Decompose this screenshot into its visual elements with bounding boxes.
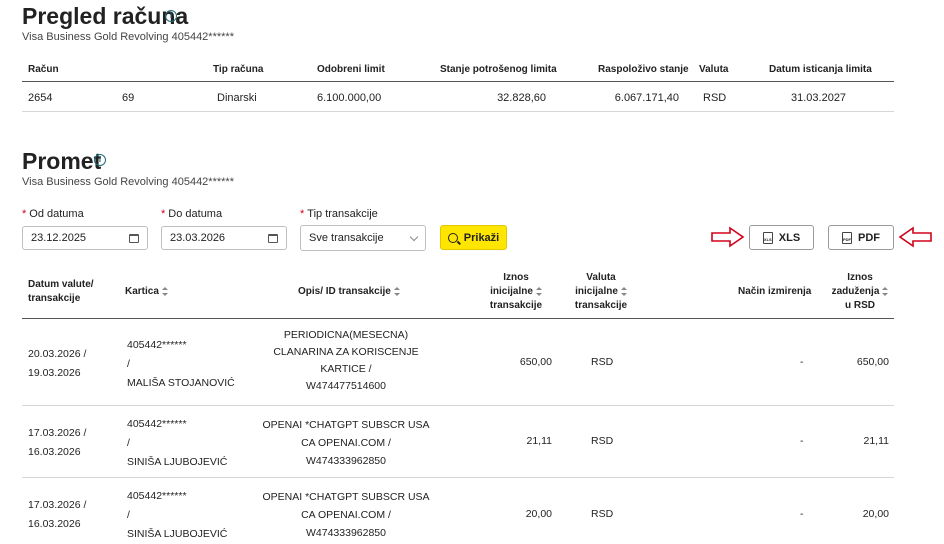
sort-icon[interactable] bbox=[393, 286, 400, 296]
turnover-subtitle: Visa Business Gold Revolving 405442*****… bbox=[22, 176, 234, 188]
from-date-input[interactable]: 23.12.2025 bbox=[22, 226, 148, 250]
export-pdf-button[interactable]: PDF PDF bbox=[828, 225, 894, 250]
table-row-charge: 20,00 bbox=[862, 508, 889, 520]
col-spent-limit: Stanje potrošenog limita bbox=[440, 64, 557, 75]
account-type: Dinarski bbox=[217, 92, 257, 104]
sort-icon[interactable] bbox=[535, 286, 542, 296]
table-row-date: 17.03.2026 /16.03.2026 bbox=[28, 427, 87, 458]
export-xls-button[interactable]: XLS XLS bbox=[749, 225, 814, 250]
table-row-charge: 650,00 bbox=[856, 356, 889, 368]
col-card[interactable]: Kartica bbox=[125, 285, 168, 299]
info-icon[interactable]: i bbox=[165, 10, 177, 22]
row-divider bbox=[22, 405, 894, 406]
col-available: Raspoloživo stanje bbox=[598, 64, 689, 75]
table-row-date: 17.03.2026 /16.03.2026 bbox=[28, 499, 87, 530]
account-number-end: 69 bbox=[122, 92, 135, 104]
sort-icon[interactable] bbox=[161, 286, 168, 296]
arrow-left-icon bbox=[898, 226, 932, 248]
table-row-charge: 21,11 bbox=[863, 435, 890, 447]
col-account-type: Tip računa bbox=[213, 64, 264, 75]
table-row-amount: 650,00 bbox=[519, 356, 552, 368]
col-initial-currency[interactable]: Valuta inicijalne transakcije bbox=[566, 271, 636, 313]
sort-icon[interactable] bbox=[620, 286, 627, 296]
table-row-card: 405442****** / MALIŠA STOJANOVIĆ bbox=[127, 339, 235, 389]
col-account: Račun bbox=[28, 64, 59, 75]
calendar-icon[interactable] bbox=[129, 233, 139, 243]
table-row-description: PERIODICNA(MESECNA) CLANARINA ZA KORISCEN… bbox=[273, 329, 419, 392]
table-row-card: 405442****** / SINIŠA LJUBOJEVIĆ bbox=[127, 490, 228, 540]
arrow-right-icon bbox=[711, 226, 745, 248]
info-icon[interactable]: i bbox=[94, 154, 106, 166]
table-row-amount: 20,00 bbox=[525, 508, 552, 520]
to-date-label: * Do datuma bbox=[161, 208, 223, 220]
col-charge-rsd[interactable]: Iznos zaduženja u RSD bbox=[826, 271, 894, 313]
col-description[interactable]: Opis/ ID transakcije bbox=[298, 285, 400, 299]
table-row-currency: RSD bbox=[591, 356, 614, 368]
table-row-currency: RSD bbox=[591, 508, 614, 520]
col-value-date[interactable]: Datum valute/ transakcije bbox=[28, 278, 94, 306]
available-balance: 6.067.171,40 bbox=[614, 92, 679, 104]
transaction-type-label: * Tip transakcije bbox=[300, 208, 378, 220]
pdf-file-icon: PDF bbox=[842, 231, 852, 244]
sort-icon[interactable] bbox=[882, 286, 889, 296]
table-header-divider bbox=[22, 318, 894, 319]
table-row-description: OPENAI *CHATGPT SUBSCR USA CA OPENAI.COM … bbox=[262, 419, 430, 467]
col-currency: Valuta bbox=[699, 64, 729, 75]
search-icon bbox=[447, 232, 458, 243]
table-row-date: 20.03.2026 /19.03.2026 bbox=[28, 348, 87, 379]
calendar-icon[interactable] bbox=[268, 233, 278, 243]
to-date-value: 23.03.2026 bbox=[170, 232, 226, 244]
table-row-method: - bbox=[800, 435, 804, 447]
col-approved-limit: Odobreni limit bbox=[317, 64, 385, 75]
from-date-label: * Od datuma bbox=[22, 208, 84, 220]
header-divider bbox=[22, 81, 894, 82]
spent-limit: 32.828,60 bbox=[497, 92, 546, 104]
table-row-currency: RSD bbox=[591, 435, 614, 447]
col-expiry: Datum isticanja limita bbox=[769, 64, 872, 75]
chevron-down-icon bbox=[409, 232, 419, 241]
to-date-input[interactable]: 23.03.2026 bbox=[161, 226, 287, 250]
overview-subtitle: Visa Business Gold Revolving 405442*****… bbox=[22, 31, 234, 43]
table-row-description: OPENAI *CHATGPT SUBSCR USA CA OPENAI.COM … bbox=[262, 491, 430, 539]
expiry-date: 31.03.2027 bbox=[791, 92, 847, 104]
overview-title: Pregled računa bbox=[22, 3, 189, 29]
transaction-type-select[interactable]: Sve transakcije bbox=[300, 225, 426, 251]
table-row-card: 405442****** / SINIŠA LJUBOJEVIĆ bbox=[127, 418, 228, 468]
table-row-amount: 21,11 bbox=[526, 435, 553, 447]
transaction-type-value: Sve transakcije bbox=[309, 232, 384, 244]
turnover-title: Promet bbox=[22, 148, 102, 174]
from-date-value: 23.12.2025 bbox=[31, 232, 87, 244]
table-row-method: - bbox=[800, 356, 804, 368]
account-number-start: 2654 bbox=[28, 92, 53, 104]
row-divider bbox=[22, 111, 894, 112]
table-row-method: - bbox=[800, 508, 804, 520]
row-divider bbox=[22, 477, 894, 478]
col-settlement-method: Način izmirenja bbox=[738, 286, 812, 297]
approved-limit: 6.100.000,00 bbox=[317, 92, 382, 104]
show-button[interactable]: Prikaži bbox=[440, 225, 507, 250]
xls-file-icon: XLS bbox=[762, 231, 773, 244]
col-initial-amount[interactable]: Iznos inicijalne transakcije bbox=[486, 271, 546, 313]
currency: RSD bbox=[703, 92, 727, 104]
